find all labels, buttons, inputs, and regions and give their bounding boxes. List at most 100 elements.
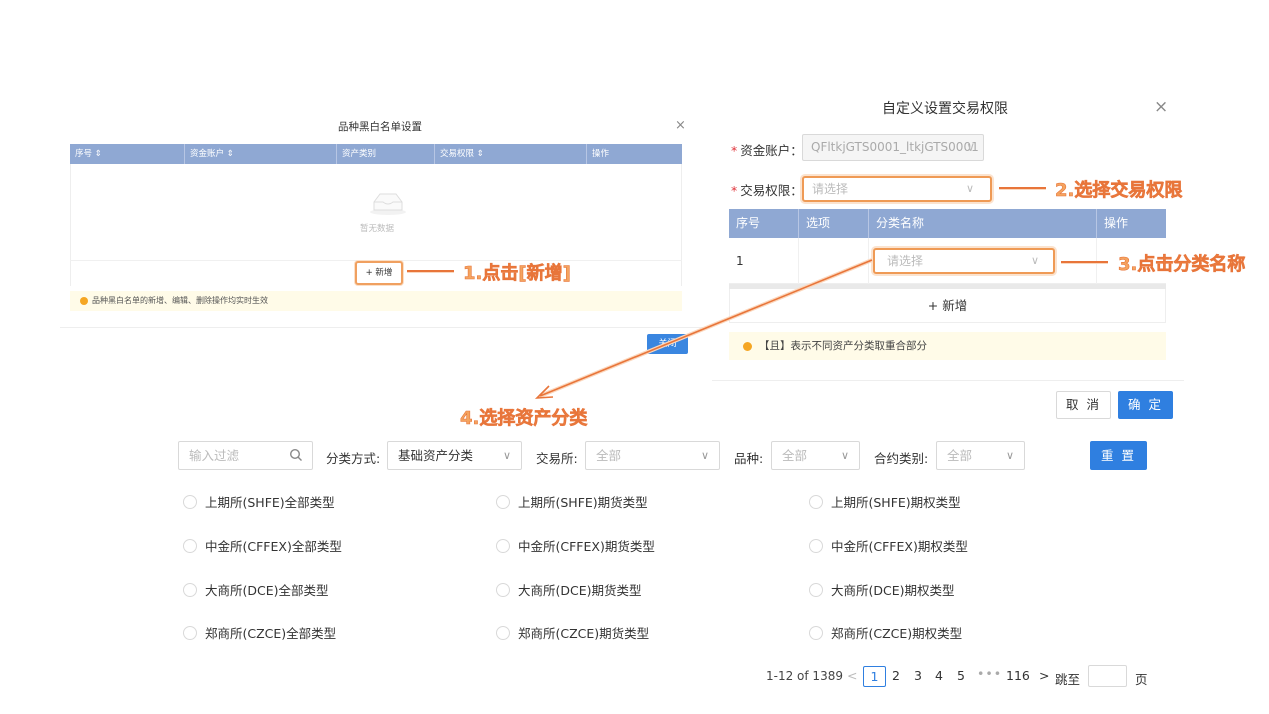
permission-placeholder: 请选择 xyxy=(812,182,849,196)
chevron-down-icon: ∨ xyxy=(1005,449,1014,462)
option-item[interactable]: 中金所(CFFEX)期权类型 xyxy=(809,536,968,555)
column-header-index[interactable]: 序号 ⇕ xyxy=(70,144,185,164)
chevron-down-icon: ∨ xyxy=(700,449,709,462)
radio-icon[interactable] xyxy=(183,538,197,553)
exchange-select[interactable]: 全部 ∨ xyxy=(585,441,720,470)
annotation-step-4: 4.选择资产分类 xyxy=(460,408,588,430)
divider xyxy=(712,380,1184,381)
reset-button[interactable]: 重 置 xyxy=(1090,441,1147,470)
search-icon xyxy=(289,448,302,461)
chevron-down-icon: ∨ xyxy=(965,182,974,195)
column-header-asset-class[interactable]: 资产类别 xyxy=(337,144,435,164)
radio-icon[interactable] xyxy=(809,494,823,509)
option-item[interactable]: 大商所(DCE)全部类型 xyxy=(183,580,329,599)
classify-select[interactable]: 基础资产分类 ∨ xyxy=(387,441,522,470)
permission-select[interactable]: 请选择 ∨ xyxy=(802,176,992,202)
option-item[interactable]: 上期所(SHFE)全部类型 xyxy=(183,492,335,511)
radio-icon[interactable] xyxy=(183,494,197,509)
category-table-header: 序号 选项 分类名称 操作 xyxy=(729,209,1166,238)
variety-label: 品种: xyxy=(734,451,764,466)
filter-placeholder: 输入过滤 xyxy=(189,448,240,463)
annotation-line xyxy=(407,270,454,272)
annotation-step-3: 3.点击分类名称 xyxy=(1118,254,1246,276)
row-option xyxy=(799,238,869,284)
radio-icon[interactable] xyxy=(809,582,823,597)
radio-icon[interactable] xyxy=(809,538,823,553)
option-item[interactable]: 郑商所(CZCE)期货类型 xyxy=(496,623,649,642)
category-placeholder: 请选择 xyxy=(887,254,924,268)
column-header-trade-permission[interactable]: 交易权限 ⇕ xyxy=(435,144,587,164)
category-name-select[interactable]: 请选择 ∨ xyxy=(873,248,1055,274)
empty-box-icon xyxy=(370,193,406,215)
account-label: * 资金账户： xyxy=(731,143,803,158)
pagination-page[interactable]: 116 xyxy=(1006,668,1030,683)
info-tip: 品种黑白名单的新增、编辑、删除操作均实时生效 xyxy=(70,291,682,311)
option-item[interactable]: 中金所(CFFEX)全部类型 xyxy=(183,536,342,555)
pagination-prev-icon[interactable]: < xyxy=(847,668,857,683)
contract-type-select[interactable]: 全部 ∨ xyxy=(936,441,1025,470)
classify-value: 基础资产分类 xyxy=(398,448,474,463)
chevron-down-icon: ∨ xyxy=(1030,254,1039,267)
add-row-button[interactable]: + 新增 xyxy=(729,289,1166,323)
row-index: 1 xyxy=(729,238,799,284)
empty-text: 暂无数据 xyxy=(359,224,394,234)
annotation-step-2: 2.选择交易权限 xyxy=(1055,180,1183,202)
filter-input[interactable]: 输入过滤 xyxy=(178,441,313,470)
radio-icon[interactable] xyxy=(183,625,197,640)
cancel-button[interactable]: 取 消 xyxy=(1056,391,1111,419)
variety-select[interactable]: 全部 ∨ xyxy=(771,441,860,470)
required-icon: * xyxy=(731,183,738,198)
radio-icon[interactable] xyxy=(496,494,510,509)
account-select[interactable]: QFltkjGTS0001_ltkjGTS0001 ∨ xyxy=(802,134,984,161)
column-header-actions: 操作 xyxy=(1104,216,1129,230)
required-icon: * xyxy=(731,143,738,158)
radio-icon[interactable] xyxy=(496,625,510,640)
column-header-option: 选项 xyxy=(799,209,869,238)
divider xyxy=(60,327,710,328)
option-item[interactable]: 郑商所(CZCE)期权类型 xyxy=(809,623,962,642)
variety-value: 全部 xyxy=(782,448,808,463)
pagination-page[interactable]: 2 xyxy=(892,668,900,683)
account-value: QFltkjGTS0001_ltkjGTS0001 xyxy=(811,140,979,154)
info-tip-text: 【且】表示不同资产分类取重合部分 xyxy=(759,340,927,352)
radio-icon[interactable] xyxy=(809,625,823,640)
classify-label: 分类方式: xyxy=(326,451,381,466)
pagination-page[interactable]: 4 xyxy=(935,668,943,683)
radio-icon[interactable] xyxy=(183,582,197,597)
close-dialog-button[interactable]: 关闭 xyxy=(647,334,688,354)
pagination-page[interactable]: 5 xyxy=(957,668,965,683)
option-item[interactable]: 上期所(SHFE)期货类型 xyxy=(496,492,648,511)
pagination-page-label: 页 xyxy=(1135,672,1148,687)
info-tip-text: 品种黑白名单的新增、编辑、删除操作均实时生效 xyxy=(92,296,268,305)
option-item[interactable]: 大商所(DCE)期权类型 xyxy=(809,580,955,599)
info-tip: 【且】表示不同资产分类取重合部分 xyxy=(729,332,1166,360)
column-header-account[interactable]: 资金账户 ⇕ xyxy=(185,144,337,164)
chevron-down-icon: ∨ xyxy=(840,449,849,462)
warning-icon xyxy=(80,297,88,305)
annotation-line xyxy=(999,187,1046,189)
pagination-ellipsis[interactable]: ••• xyxy=(977,666,1002,681)
option-item[interactable]: 上期所(SHFE)期权类型 xyxy=(809,492,961,511)
exchange-value: 全部 xyxy=(596,448,622,463)
pagination-jump-input[interactable] xyxy=(1088,665,1127,687)
pagination-page[interactable]: 1 xyxy=(863,666,886,687)
permission-dialog-title: 自定义设置交易权限 xyxy=(882,101,1008,117)
add-button[interactable]: + 新增 xyxy=(355,261,403,285)
contract-type-value: 全部 xyxy=(947,448,973,463)
blacklist-dialog-title: 品种黑白名单设置 xyxy=(338,121,422,133)
column-header-category-name: 分类名称 xyxy=(869,209,1097,238)
exchange-label: 交易所: xyxy=(536,451,578,466)
radio-icon[interactable] xyxy=(496,538,510,553)
blacklist-dialog: 品种黑白名单设置 × 序号 ⇕ 资金账户 ⇕ 资产类别 交易权限 ⇕ 操作 暂无… xyxy=(60,110,710,360)
close-icon[interactable]: × xyxy=(1154,97,1168,117)
radio-icon[interactable] xyxy=(496,582,510,597)
pagination-page[interactable]: 3 xyxy=(914,668,922,683)
option-item[interactable]: 中金所(CFFEX)期货类型 xyxy=(496,536,655,555)
pagination-next-icon[interactable]: > xyxy=(1039,668,1049,683)
close-icon[interactable]: × xyxy=(675,118,686,133)
option-item[interactable]: 大商所(DCE)期货类型 xyxy=(496,580,642,599)
option-item[interactable]: 郑商所(CZCE)全部类型 xyxy=(183,623,336,642)
confirm-button[interactable]: 确 定 xyxy=(1118,391,1173,419)
blacklist-table-header: 序号 ⇕ 资金账户 ⇕ 资产类别 交易权限 ⇕ 操作 xyxy=(70,144,682,164)
pagination-total: 1-12 of 1389 xyxy=(766,669,843,683)
